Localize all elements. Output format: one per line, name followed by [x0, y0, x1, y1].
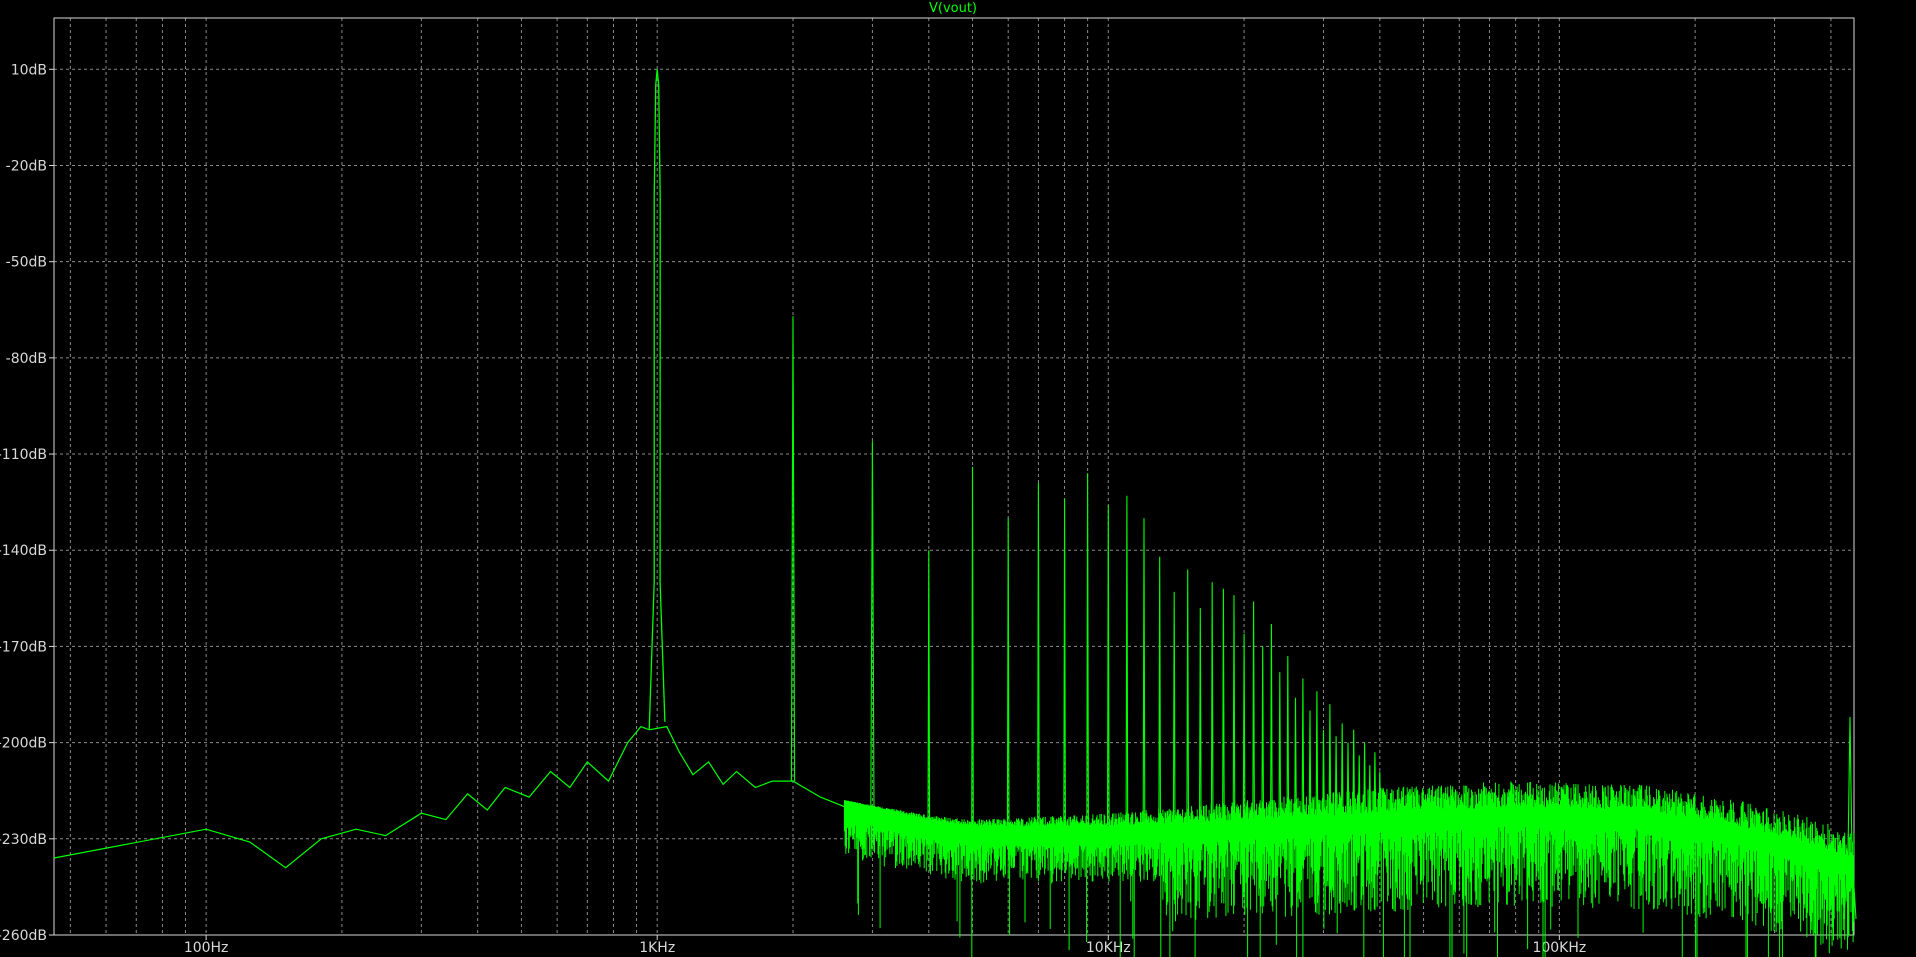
- x-tick-label: 10KHz: [1086, 940, 1131, 956]
- chart-title: V(vout): [929, 1, 977, 16]
- harmonic-14-spike: [1172, 591, 1176, 830]
- harmonic-28-spike: [1308, 710, 1312, 823]
- y-tick-label: -50dB: [6, 255, 47, 271]
- harmonic-24-spike: [1278, 672, 1282, 825]
- y-tick-label: -200dB: [0, 736, 47, 752]
- harmonic-29-spike: [1315, 691, 1319, 823]
- spectrum-plot: V(vout) 100Hz1KHz10KHz100KHz1MHz 10dB-20…: [0, 1, 1857, 957]
- harmonic-11-spike: [1125, 495, 1129, 832]
- x-axis-ticks: 100Hz1KHz10KHz100KHz1MHz: [184, 935, 1586, 956]
- harmonic-5-spike: [971, 466, 974, 833]
- harmonic-18-spike: [1222, 588, 1225, 828]
- harmonic-23-spike: [1270, 623, 1273, 825]
- trace-floor-low: [53, 725, 845, 869]
- y-tick-label: -80dB: [6, 351, 47, 367]
- y-tick-label: -260dB: [0, 928, 47, 944]
- harmonic-16-spike: [1198, 607, 1202, 829]
- harmonic-15-spike: [1186, 569, 1190, 829]
- x-tick-label: 100KHz: [1532, 940, 1586, 956]
- y-axis-ticks: 10dB -20dB -50dB -80dB -110dB -140dB -170dB -20…: [0, 62, 54, 944]
- y-tick-label: -170dB: [0, 639, 47, 655]
- harmonic-17-spike: [1210, 582, 1214, 828]
- harmonic-9-spike: [1086, 473, 1089, 833]
- y-tick-label: -140dB: [0, 543, 47, 559]
- harmonic-33-spike: [1340, 723, 1344, 822]
- harmonic-22-spike: [1261, 646, 1265, 826]
- y-tick-label: -20dB: [6, 158, 47, 174]
- harmonic-4-spike: [927, 550, 931, 827]
- harmonic-7-spike: [1037, 482, 1040, 833]
- harmonic-37-spike: [1363, 742, 1366, 821]
- y-tick-label: -230dB: [0, 832, 47, 848]
- harmonic-10-spike: [1106, 505, 1110, 833]
- harmonic-12-spike: [1142, 518, 1146, 831]
- x-tick-label: 1KHz: [639, 940, 675, 956]
- x-tick-label: 100Hz: [184, 940, 229, 956]
- harmonic-21-spike: [1252, 601, 1255, 826]
- harmonic-19-spike: [1232, 595, 1236, 827]
- y-tick-label: 10dB: [11, 62, 47, 78]
- harmonic-20-spike: [1242, 633, 1246, 827]
- harmonic-27-spike: [1301, 678, 1305, 824]
- trace-layer: [53, 69, 1857, 957]
- harmonic-6-spike: [1006, 518, 1010, 833]
- y-tick-label: -110dB: [0, 447, 47, 463]
- harmonic-13-spike: [1158, 556, 1162, 831]
